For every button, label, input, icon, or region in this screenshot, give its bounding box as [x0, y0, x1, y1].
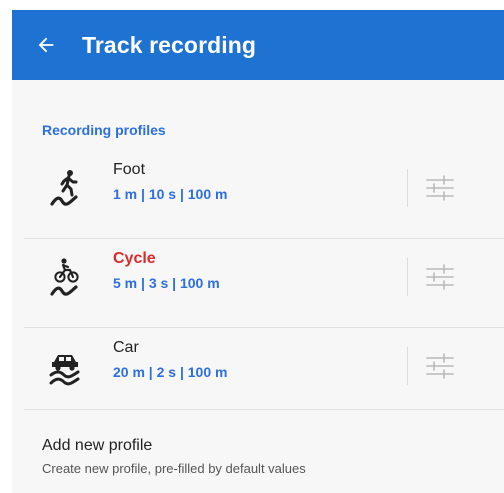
- tune-settings-icon[interactable]: [422, 259, 458, 295]
- car-track-icon: [49, 355, 80, 386]
- profile-item-cycle[interactable]: Cycle 5 m | 3 s | 100 m: [12, 239, 504, 327]
- profile-name: Car: [113, 339, 139, 356]
- profile-name: Foot: [113, 161, 146, 178]
- add-profile-title: Add new profile: [42, 437, 153, 454]
- app-bar: Track recording: [12, 10, 504, 80]
- add-new-profile-item[interactable]: Add new profile Create new profile, pre-…: [12, 410, 504, 493]
- content-area: Recording profiles Foot 1 m | 10 s | 100…: [12, 80, 504, 493]
- tune-settings-icon[interactable]: [422, 348, 458, 384]
- back-button[interactable]: [26, 25, 66, 65]
- arrow-left-icon: [38, 37, 54, 53]
- profile-item-car[interactable]: Car 20 m | 2 s | 100 m: [12, 328, 504, 416]
- add-profile-subtitle: Create new profile, pre-filled by defaul…: [42, 461, 306, 476]
- profile-values: 20 m | 2 s | 100 m: [113, 364, 228, 380]
- walking-track-icon: [50, 170, 78, 206]
- tune-settings-icon[interactable]: [422, 170, 458, 206]
- profile-values: 1 m | 10 s | 100 m: [113, 186, 228, 202]
- profile-name: Cycle: [113, 250, 156, 267]
- section-header-recording-profiles: Recording profiles: [42, 122, 166, 138]
- profile-item-foot[interactable]: Foot 1 m | 10 s | 100 m: [12, 150, 504, 238]
- cycling-track-icon: [50, 258, 79, 296]
- page-title: Track recording: [82, 31, 257, 58]
- screen: Track recording Recording profiles Foot …: [0, 0, 504, 493]
- vertical-divider: [407, 169, 408, 207]
- profile-values: 5 m | 3 s | 100 m: [113, 275, 220, 291]
- vertical-divider: [407, 347, 408, 385]
- vertical-divider: [407, 258, 408, 296]
